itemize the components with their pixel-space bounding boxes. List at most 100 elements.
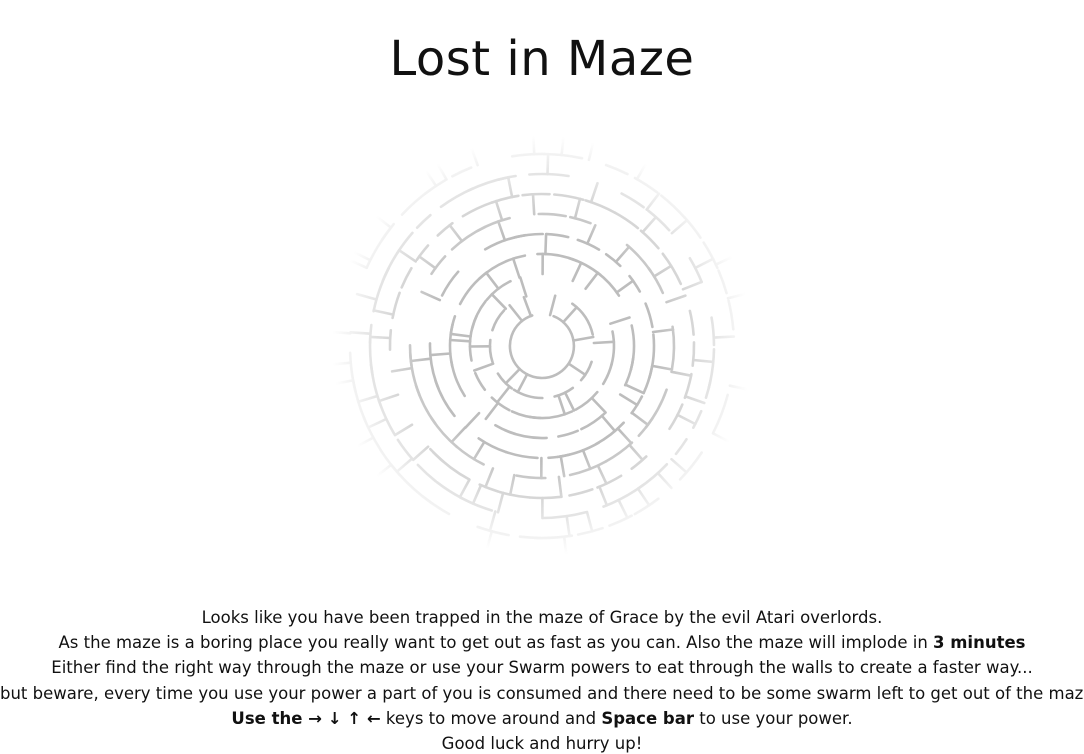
maze-wall-arc [528, 172, 570, 178]
maze-wall-spoke [557, 475, 563, 499]
instructions: Looks like you have been trapped in the … [0, 605, 1084, 754]
maze-wall-spoke [584, 271, 600, 290]
maze-wall-spoke [691, 358, 715, 364]
maze-wall-arc [496, 174, 517, 181]
maze-wall-arc [678, 451, 703, 481]
maze-wall-arc [429, 447, 445, 463]
maze-wall-arc [630, 455, 648, 470]
maze-wall-spoke [600, 414, 617, 433]
maze-wall-spoke [562, 535, 568, 556]
maze-wall-spoke [448, 338, 472, 343]
maze-wall-spoke [429, 352, 452, 357]
maze-wall-arc [610, 330, 616, 367]
maze-wall-arc [674, 438, 688, 456]
maze-wall-spoke [651, 328, 675, 334]
maze-wall-spoke [506, 176, 514, 199]
maze-wall-spoke [617, 498, 629, 520]
maze-wall-spoke [488, 510, 497, 533]
maze-wall-spoke [511, 257, 521, 279]
maze-wall-arc [688, 257, 703, 284]
maze-wall-spoke [650, 364, 674, 371]
maze-wall-spoke [562, 305, 578, 324]
maze-wall-spoke [332, 330, 352, 335]
instruction-line-3: Either find the right way through the ma… [51, 658, 1033, 678]
maze-wall-spoke [563, 391, 576, 412]
maze-wall-spoke [598, 485, 609, 507]
maze-wall-spoke [522, 295, 533, 318]
maze-wall-arc [625, 243, 652, 273]
maze-wall-spoke [589, 181, 599, 204]
instruction-line-5-text-a: keys to move around and [380, 708, 602, 728]
maze-wall-spoke [711, 432, 733, 444]
maze-wall-spoke [586, 224, 597, 245]
maze-wall-arc [683, 372, 693, 400]
maze-wall-arc [461, 201, 494, 218]
maze-wall-spoke [567, 362, 587, 377]
instruction-line-2: As the maze is a boring place you really… [0, 630, 1084, 655]
maze-wall-arc [416, 463, 437, 483]
maze-wall-spoke [656, 471, 673, 490]
maze-wall-arc [604, 163, 629, 176]
maze-wall-arc [504, 450, 539, 460]
maze-wall-spoke [420, 290, 442, 302]
maze-wall-spoke [490, 293, 508, 310]
maze-wall-arc [476, 525, 510, 537]
maze-wall-arc [510, 410, 542, 420]
maze-wall-arc [542, 152, 584, 160]
maze-wall-spoke [652, 264, 673, 278]
maze-wall-spoke [618, 393, 639, 407]
maze-wall-spoke [464, 411, 481, 430]
instruction-line-6: Good luck and hurry up! [441, 734, 643, 754]
maze-wall-arc [449, 315, 457, 336]
maze-wall-arc [473, 545, 497, 555]
maze-wall-arc [478, 260, 508, 280]
maze-wall-spoke [548, 294, 557, 317]
maze-wall-spoke [449, 332, 472, 338]
maze-wall-arc [559, 136, 580, 139]
maze-wall-arc [396, 438, 414, 461]
maze-wall-spoke [519, 276, 528, 298]
maze-wall-arc [541, 510, 588, 520]
circular-maze[interactable] [332, 136, 752, 556]
maze-wall-arc [518, 535, 542, 540]
maze-canvas[interactable] [332, 136, 752, 556]
maze-wall-spoke [469, 145, 479, 167]
maze-wall-spoke [559, 455, 566, 478]
maze-wall-spoke [571, 261, 583, 283]
maze-wall-spoke [609, 316, 631, 325]
maze-wall-arc [704, 379, 712, 399]
maze-wall-spoke [355, 292, 378, 301]
maze-wall-spoke [628, 443, 644, 462]
maze-wall-arc [547, 453, 571, 460]
maze-wall-arc [505, 254, 527, 263]
maze-wall-arc [491, 309, 506, 332]
maze-wall-spoke [693, 257, 715, 270]
maze-wall-arc [569, 215, 592, 225]
maze-wall-arc [727, 299, 735, 331]
maze-wall-arc [521, 192, 551, 197]
maze-wall-spoke [373, 213, 393, 229]
maze-wall-arc [430, 255, 447, 276]
maze-wall-spoke [496, 491, 505, 514]
maze-wall-arc [710, 316, 716, 347]
maze-wall-spoke [485, 271, 500, 290]
maze-wall-arc [388, 329, 393, 351]
maze-wall-arc [731, 251, 746, 285]
maze-wall-spoke [508, 304, 524, 323]
maze-wall-spoke [670, 370, 693, 377]
maze-wall-arc [478, 483, 500, 493]
maze-wall-arc [488, 338, 494, 364]
maze-wall-spoke [448, 223, 464, 243]
maze-wall-arc [342, 418, 353, 441]
maze-wall-spoke [497, 220, 507, 242]
maze-wall-arc [474, 371, 487, 391]
maze-wall-arc [596, 474, 623, 489]
maze-wall-arc [528, 495, 563, 500]
maze-wall-arc [648, 333, 656, 379]
game-page: Lost in Maze Looks like you have been tr… [0, 0, 1084, 754]
maze-wall-spoke [473, 362, 495, 372]
maze-wall-arc [485, 279, 512, 302]
maze-wall-arc [711, 393, 729, 435]
maze-wall-spoke [641, 215, 658, 234]
instruction-line-5: Use the → ↓ ↑ ← keys to move around and … [0, 706, 1084, 731]
